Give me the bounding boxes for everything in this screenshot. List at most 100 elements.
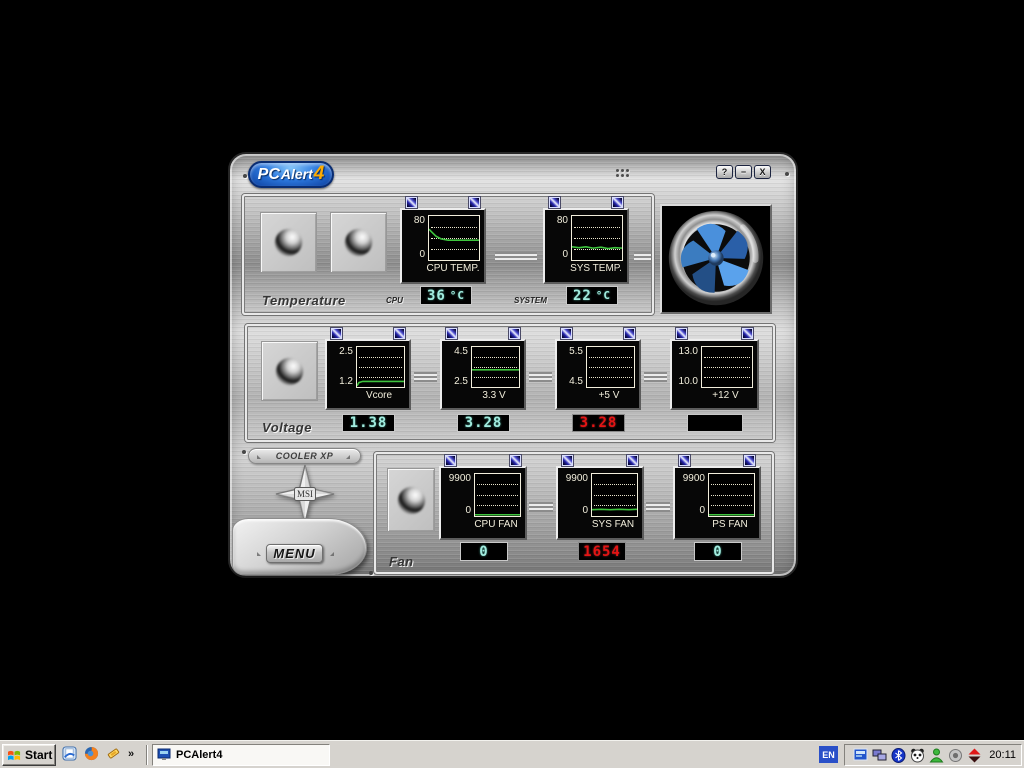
- vcore-trace: [357, 381, 404, 385]
- system-tray: 20:11: [844, 744, 1022, 766]
- alarm-gem-icon[interactable]: [469, 197, 480, 208]
- logo-alert: Alert: [280, 166, 313, 182]
- graph-y-max: 4.5: [454, 346, 468, 357]
- cpu-temp-graph-panel: 80 0 CPU TEMP.: [400, 197, 486, 284]
- alarm-gem-icon[interactable]: [679, 455, 690, 466]
- graph-label: Vcore: [365, 390, 393, 401]
- firefox-icon[interactable]: [84, 746, 99, 761]
- window-grip-dots: [616, 169, 631, 179]
- graph-label: CPU FAN: [474, 519, 518, 530]
- title-bar[interactable]: PC Alert 4 ? − X: [230, 154, 796, 190]
- messenger-person-tray-icon[interactable]: [929, 748, 944, 763]
- voltage-section-label: Voltage: [262, 420, 312, 435]
- gold-app-icon[interactable]: [106, 746, 121, 761]
- graph-y-min: 2.5: [454, 376, 468, 387]
- panel-connector: [529, 372, 552, 382]
- menu-mark: [330, 552, 334, 556]
- sys-temp-unit: °C: [595, 289, 611, 302]
- taskbar: Start » PCAlert4 EN 20:11: [0, 740, 1024, 768]
- temperature-knob-button-1[interactable]: [260, 212, 317, 273]
- alarm-gem-icon[interactable]: [562, 455, 573, 466]
- graph-y-max: 80: [556, 215, 568, 226]
- msi-text: MSI: [297, 489, 313, 499]
- quick-launch-overflow[interactable]: »: [128, 748, 134, 760]
- alarm-gem-icon[interactable]: [406, 197, 417, 208]
- alarm-gem-icon[interactable]: [742, 328, 753, 339]
- v12-plot: [701, 346, 753, 388]
- volume-tray-icon[interactable]: [948, 748, 963, 763]
- graph-y-max: 9900: [448, 473, 471, 484]
- graph-label: CPU TEMP.: [426, 263, 480, 274]
- graph-y-min: 0: [419, 249, 425, 260]
- v5-display: 3.28: [572, 414, 625, 432]
- alarm-gem-icon[interactable]: [549, 197, 560, 208]
- panel-connector: [529, 502, 553, 512]
- help-button[interactable]: ?: [716, 165, 733, 179]
- quick-launch: »: [62, 746, 134, 761]
- alarm-gem-icon[interactable]: [561, 328, 572, 339]
- alarm-gem-icon[interactable]: [612, 197, 623, 208]
- language-indicator[interactable]: EN: [819, 746, 838, 763]
- alarm-gem-icon[interactable]: [627, 455, 638, 466]
- pcalert-logo: PC Alert 4: [248, 161, 334, 188]
- alarm-gem-icon[interactable]: [510, 455, 521, 466]
- vcore-plot: [356, 346, 405, 388]
- v12-display: [687, 414, 743, 432]
- taskbar-divider: [146, 745, 148, 765]
- sys-temp-trace: [572, 247, 622, 249]
- graph-y-min: 0: [582, 505, 588, 516]
- graph-y-min: 0: [465, 505, 471, 516]
- alarm-gem-icon[interactable]: [624, 328, 635, 339]
- alarm-gem-icon[interactable]: [509, 328, 520, 339]
- graph-label: +5 V: [598, 390, 620, 401]
- temperature-knob-button-2[interactable]: [330, 212, 387, 273]
- pcalert-window: PC Alert 4 ? − X 80 0 CPU TEMP. 80 0 SYS…: [228, 152, 798, 578]
- knob-icon: [345, 229, 372, 256]
- ps-fan-display: 0: [694, 542, 742, 561]
- pcalert4-task-button[interactable]: PCAlert4: [152, 744, 330, 766]
- ps-fan-graph-panel: 9900 0 PS FAN: [673, 455, 761, 540]
- fan-group: 9900 0 CPU FAN 9900 0 SYS FAN 9900 0 PS …: [374, 452, 774, 574]
- temperature-group: 80 0 CPU TEMP. 80 0 SYS TEMP. Temperatur…: [242, 194, 654, 315]
- menu-button[interactable]: MENU: [266, 544, 323, 563]
- updown-arrows-tray-icon[interactable]: [967, 748, 982, 763]
- alarm-gem-icon[interactable]: [744, 455, 755, 466]
- cpu-temp-unit: °C: [449, 289, 465, 302]
- cpu-fan-graph-panel: 9900 0 CPU FAN: [439, 455, 527, 540]
- graph-y-max: 5.5: [569, 346, 583, 357]
- panel-connector: [644, 372, 667, 382]
- graph-y-max: 9900: [682, 473, 705, 484]
- v5-graph-panel: 5.5 4.5 +5 V: [555, 328, 641, 410]
- voltage-knob-button[interactable]: [261, 341, 318, 401]
- alarm-gem-icon[interactable]: [676, 328, 687, 339]
- panel-connector: [414, 372, 437, 382]
- graph-label: +12 V: [712, 390, 739, 401]
- start-button[interactable]: Start: [2, 744, 56, 766]
- rivet: [242, 450, 246, 454]
- panda-antivirus-tray-icon[interactable]: [910, 748, 925, 763]
- alarm-gem-icon[interactable]: [394, 328, 405, 339]
- alarm-gem-icon[interactable]: [446, 328, 457, 339]
- bluetooth-tray-icon[interactable]: [891, 747, 906, 763]
- alarm-gem-icon[interactable]: [331, 328, 342, 339]
- close-button[interactable]: X: [754, 165, 771, 179]
- sys-fan-graph-panel: 9900 0 SYS FAN: [556, 455, 644, 540]
- logo-version: 4: [313, 163, 325, 184]
- pcalert-tray-icon[interactable]: [853, 748, 868, 763]
- rivet: [243, 174, 247, 178]
- show-desktop-icon[interactable]: [62, 746, 77, 761]
- alarm-gem-icon[interactable]: [445, 455, 456, 466]
- network-tray-icon[interactable]: [872, 748, 887, 763]
- voltage-group: 2.5 1.2 Vcore 4.5 2.5 3.3 V 5.5 4.5 +5 V…: [245, 324, 775, 442]
- minimize-button[interactable]: −: [735, 165, 752, 179]
- fan-knob-button[interactable]: [387, 468, 435, 532]
- v12-graph-panel: 13.0 10.0 +12 V: [670, 328, 759, 410]
- desktop: PC Alert 4 ? − X 80 0 CPU TEMP. 80 0 SYS…: [0, 0, 1024, 768]
- fan-section-label: Fan: [389, 554, 414, 569]
- v33-plot: [471, 346, 520, 388]
- sys-temp-graph-panel: 80 0 SYS TEMP.: [543, 197, 629, 284]
- msi-star-logo: MSI: [275, 464, 335, 524]
- v33-display: 3.28: [457, 414, 510, 432]
- knob-icon: [397, 486, 425, 514]
- cooler-xp-button[interactable]: COOLER XP: [248, 448, 361, 464]
